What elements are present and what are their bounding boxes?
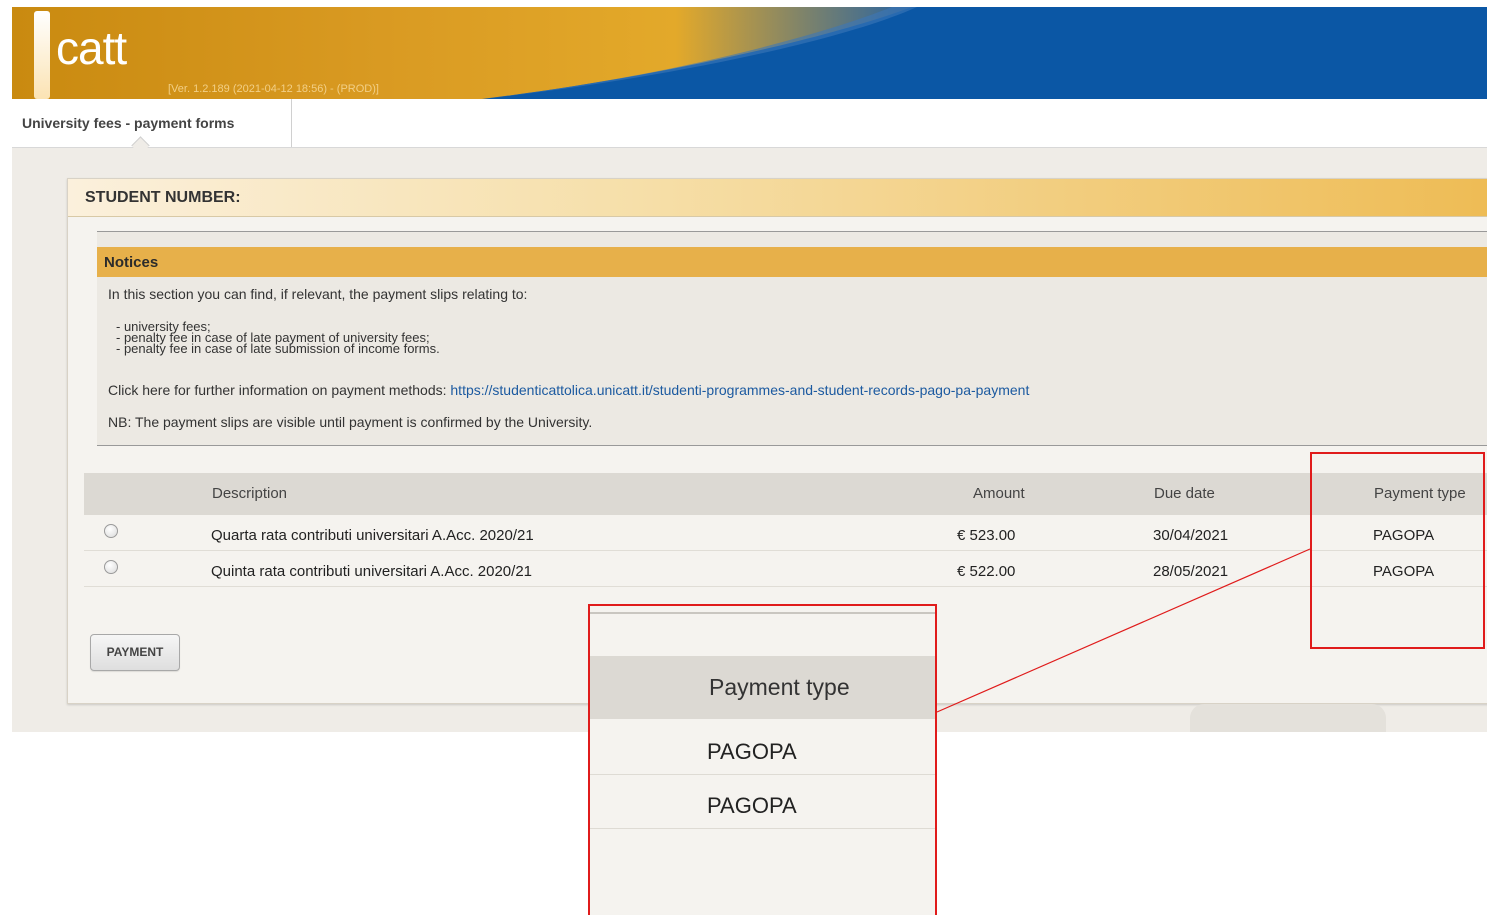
background-shape [1190,704,1386,732]
row-radio[interactable] [104,524,118,538]
info-prefix: Click here for further information on pa… [108,382,451,398]
row-amount: € 522.00 [957,563,1016,580]
highlight-box [1310,452,1485,649]
zoom-value: PAGOPA [707,739,797,764]
tab-bar: University fees - payment forms [12,99,1487,155]
panel-title: STUDENT NUMBER: [85,189,241,206]
notices-intro: In this section you can find, if relevan… [108,286,528,302]
version-label: [Ver. 1.2.189 (2021-04-12 18:56) - (PROD… [168,83,379,95]
table-row: Quinta rata contributi universitari A.Ac… [84,551,1487,587]
zoom-header-label: Payment type [709,674,850,700]
zoom-row: PAGOPA [590,721,935,775]
zoom-value: PAGOPA [707,793,797,818]
row-due-date: 28/05/2021 [1153,563,1229,580]
logo-mark [34,11,50,99]
row-description: Quinta rata contributi universitari A.Ac… [211,563,533,580]
notices-nb: NB: The payment slips are visible until … [108,414,593,430]
zoom-row: PAGOPA [590,775,935,829]
panel-header: STUDENT NUMBER: [68,179,1487,217]
zoom-callout: Payment type PAGOPA PAGOPA [588,604,937,915]
header-due-date: Due date [1154,485,1215,502]
payment-info-link[interactable]: https://studenticattolica.unicatt.it/stu… [450,382,1029,398]
app-logo: catt [56,22,127,74]
payment-table: Description Amount Due date Payment type… [84,473,1487,587]
header-banner: catt [Ver. 1.2.189 (2021-04-12 18:56) - … [12,7,1487,99]
row-amount: € 523.00 [957,527,1016,544]
table-header: Description Amount Due date Payment type [84,473,1487,515]
notices-box: Notices In this section you can find, if… [97,231,1487,446]
notices-info: Click here for further information on pa… [108,382,1029,398]
zoom-divider [590,612,935,614]
header-amount: Amount [973,485,1025,502]
row-description: Quarta rata contributi universitari A.Ac… [211,527,534,544]
row-due-date: 30/04/2021 [1153,527,1229,544]
payment-button[interactable]: PAYMENT [90,634,180,671]
table-row: Quarta rata contributi universitari A.Ac… [84,515,1487,551]
notices-title: Notices [104,254,159,271]
notice-item: - penalty fee in case of late submission… [116,341,440,356]
notices-header: Notices [97,247,1487,277]
tab-label: University fees - payment forms [22,115,235,131]
row-radio[interactable] [104,560,118,574]
zoom-header: Payment type [590,656,935,719]
header-description: Description [212,485,288,502]
tab-university-fees[interactable]: University fees - payment forms [12,99,292,155]
